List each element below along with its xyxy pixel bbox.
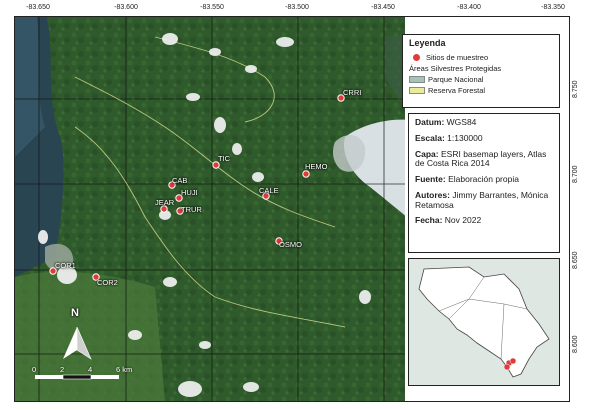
legend-panel: Leyenda Sitios de muestreo Áreas Silvest… — [402, 34, 560, 108]
satellite-map[interactable]: CRRI TIC HEMO CAB HUJI CALE JEAR TRUR OS… — [15, 17, 405, 401]
lon-tick: -83.550 — [200, 4, 224, 11]
inset-map — [408, 258, 560, 386]
site-label: JEAR — [155, 198, 175, 207]
site-label: CAB — [172, 176, 188, 185]
scale-label: 6 km — [116, 365, 133, 374]
scale-label: 4 — [88, 365, 93, 374]
reserva-swatch — [409, 87, 425, 94]
scale-label: 2 — [60, 365, 65, 374]
datum-row: Datum: WGS84 — [415, 117, 477, 127]
parque-swatch — [409, 76, 425, 83]
costa-rica-outline — [418, 266, 550, 378]
capa-row: Capa: ESRI basemap layers, Atlas de Cost… — [415, 148, 547, 169]
site-label: TIC — [218, 154, 231, 163]
site-label: HUJI — [181, 188, 198, 197]
legend-item-reserva: Reserva Forestal — [409, 85, 553, 96]
autores-row: Autores: Jimmy Barrantes, Mónica Retamos… — [415, 189, 549, 210]
legend-item-parque: Parque Nacional — [409, 74, 553, 85]
lon-tick: -83.500 — [285, 4, 309, 11]
lon-tick: -83.450 — [371, 4, 395, 11]
site-label: COR1 — [55, 261, 76, 270]
lon-tick: -83.350 — [541, 4, 565, 11]
legend-title: Leyenda — [409, 38, 446, 48]
site-marker-icon — [412, 53, 421, 62]
legend-item-sites: Sitios de muestreo — [409, 52, 553, 63]
lat-tick: 8.750 — [572, 80, 579, 98]
legend-label: Reserva Forestal — [428, 86, 486, 95]
lat-tick: 8.700 — [572, 165, 579, 183]
scale-bar — [35, 374, 119, 380]
lon-tick: -83.600 — [114, 4, 138, 11]
legend-label: Sitios de muestreo — [426, 53, 489, 62]
fecha-row: Fecha: Nov 2022 — [415, 215, 482, 226]
site-label: HEMO — [305, 162, 328, 171]
site-label: CRRI — [343, 88, 362, 97]
map-info-panel: Datum: WGS84 Escala: 1:130000 Capa: ESRI… — [408, 113, 560, 253]
lon-tick: -83.650 — [26, 4, 50, 11]
site-label: TRUR — [181, 205, 202, 214]
scale-label: 0 — [32, 365, 37, 374]
site-label: CALE — [259, 186, 279, 195]
lat-tick: 8.600 — [572, 335, 579, 353]
lon-tick: -83.400 — [457, 4, 481, 11]
escala-row: Escala: 1:130000 — [415, 132, 483, 143]
fuente-row: Fuente: Elaboración propia — [415, 174, 519, 185]
legend-label: Parque Nacional — [428, 75, 484, 84]
lat-tick: 8.650 — [572, 251, 579, 269]
site-label: OSMO — [279, 240, 302, 249]
map-imagery — [15, 17, 405, 401]
site-label: COR2 — [97, 278, 118, 287]
legend-areas-title: Áreas Silvestres Protegidas — [409, 63, 553, 74]
legend-label: Áreas Silvestres Protegidas — [409, 64, 502, 73]
north-label: N — [71, 307, 79, 319]
